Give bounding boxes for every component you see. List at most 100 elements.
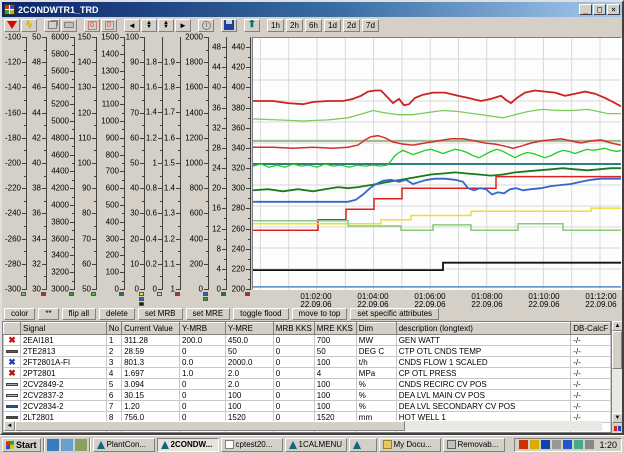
y-scale-4[interactable]: 1500140013001200110010009008007006005004…: [98, 37, 126, 297]
tri-icon: [97, 441, 105, 449]
cell: 0: [273, 379, 314, 390]
y-scale-9[interactable]: 48444036322824201612840: [210, 37, 228, 297]
column-header-marker[interactable]: [4, 323, 21, 335]
column-header-No[interactable]: No: [106, 323, 121, 335]
y-scale-label: 0.2: [146, 259, 157, 268]
column-header-description (longtext)[interactable]: description (longtext): [396, 323, 571, 335]
hscroll-thumb[interactable]: [15, 421, 405, 431]
action-button---[interactable]: **: [38, 308, 58, 320]
y-scale-label: 340: [232, 143, 245, 152]
tray-icon-6[interactable]: [585, 440, 594, 449]
lightning-icon[interactable]: ϟ: [21, 19, 37, 32]
printer-icon[interactable]: [61, 19, 77, 32]
action-button-color[interactable]: color: [4, 308, 35, 320]
close-button[interactable]: ×: [607, 4, 620, 15]
column-header-MRB KKS[interactable]: MRB KKS: [273, 323, 314, 335]
column-header-Current Value[interactable]: Current Value: [122, 323, 180, 335]
tray-icon-4[interactable]: [563, 440, 572, 449]
taskbar-task-cptest20[interactable]: cptest20...: [221, 438, 283, 452]
y-scale-label: 380: [232, 103, 245, 112]
y-scale-1[interactable]: 5048464442403836343230: [28, 37, 48, 297]
y-scale-8[interactable]: 2000180016001400120010008006004002000: [182, 37, 210, 297]
column-header-Signal[interactable]: Signal: [21, 323, 107, 335]
y-scale-label: 1000: [101, 117, 119, 126]
y-scale-10[interactable]: 440420400380360340320300280260240220200: [228, 37, 252, 297]
y-scale-label: 60: [130, 133, 139, 142]
zero-b-icon[interactable]: 0: [101, 19, 117, 32]
zero-a-icon[interactable]: 0: [84, 19, 100, 32]
vscroll-up-icon[interactable]: ▲: [612, 321, 623, 331]
table-row[interactable]: 2CV2837-2630.1501000100%DEA LVL MAIN CV …: [4, 390, 611, 401]
y-scale-2[interactable]: 6000580056005400520050004800460044004200…: [48, 37, 76, 297]
cell: 5: [106, 379, 121, 390]
taskbar-task-1calmenu[interactable]: 1CALMENU: [285, 438, 347, 452]
taskbar-task-2condw[interactable]: 2CONDW...: [157, 438, 219, 452]
taskbar-task-mydocu[interactable]: My Docu...: [379, 438, 441, 452]
column-header-Y-MRB[interactable]: Y-MRB: [180, 323, 226, 335]
maximize-button[interactable]: □: [593, 4, 606, 15]
taskbar-task-plantcon[interactable]: PlantCon...: [93, 438, 155, 452]
hscroll-left-icon[interactable]: ◄: [4, 421, 15, 431]
taskbar-task-icon[interactable]: [349, 438, 377, 452]
column-header-Dim[interactable]: Dim: [356, 323, 396, 335]
range-button-2d[interactable]: 2d: [343, 19, 360, 32]
column-header-DB-CalcF[interactable]: DB-CalcF: [571, 323, 611, 335]
chart-plot[interactable]: [252, 37, 622, 290]
table-row[interactable]: 2CV2849-253.09402.00100%CNDS RECIRC CV P…: [4, 379, 611, 390]
folder-icon: [383, 440, 392, 449]
table-row[interactable]: 2CV2834-271.2001000100%DEA LVL SECONDARY…: [4, 401, 611, 412]
action-button-set-mrb[interactable]: set MRB: [138, 308, 183, 320]
y-scale-3[interactable]: 1501401301201101009080706050: [76, 37, 98, 297]
y-scale-6[interactable]: 1.81.61.41.210.80.60.40.20: [146, 37, 164, 297]
range-button-1d[interactable]: 1d: [324, 19, 341, 32]
copy-page-icon[interactable]: [44, 19, 60, 32]
quicklaunch-app-icon[interactable]: [75, 439, 87, 451]
tray-icon-5[interactable]: [574, 440, 583, 449]
alarm-funnel-icon[interactable]: [4, 19, 20, 32]
horizontal-scrollbar[interactable]: ◄: [4, 421, 602, 431]
cell: t/h: [356, 357, 396, 368]
y-scale-label: 5000: [51, 117, 69, 126]
taskbar-task-removab[interactable]: Removab...: [443, 438, 505, 452]
y-scale-label: 30: [32, 285, 41, 294]
action-button-flip-all[interactable]: flip all: [62, 308, 96, 320]
tray-icon-1[interactable]: [530, 440, 539, 449]
action-button-set-mre[interactable]: set MRE: [186, 308, 231, 320]
vscroll-thumb[interactable]: [612, 331, 622, 369]
table-row[interactable]: ✖2PT280141.6971.02.004MPaCP OTL PRESS-/-: [4, 368, 611, 379]
vscroll-down-icon[interactable]: ▼: [612, 413, 623, 423]
scroll-left-icon[interactable]: ◄: [124, 19, 140, 32]
column-header-MRE KKS[interactable]: MRE KKS: [314, 323, 356, 335]
range-button-7d[interactable]: 7d: [362, 19, 379, 32]
tray-icon-3[interactable]: [552, 440, 561, 449]
scroll-right-icon[interactable]: ►: [175, 19, 191, 32]
range-button-2h[interactable]: 2h: [286, 19, 303, 32]
curve-line-icon: [6, 405, 18, 408]
y-scale-5[interactable]: 1009080706050403020100: [126, 37, 146, 297]
range-button-6h[interactable]: 6h: [305, 19, 322, 32]
tray-icon-2[interactable]: [541, 440, 550, 449]
column-header-Y-MRE[interactable]: Y-MRE: [225, 323, 273, 335]
minimize-button[interactable]: _: [579, 4, 592, 15]
time-axis-label: 01:06:0022.09.06: [414, 293, 445, 309]
y-scale-label: 40: [212, 83, 221, 92]
quicklaunch-desktop-icon[interactable]: [47, 439, 59, 451]
table-row[interactable]: 2TE2813228.59050050DEG CCTP OTL CNDS TEM…: [4, 346, 611, 357]
quicklaunch-window-icon[interactable]: [61, 439, 73, 451]
export-up-icon[interactable]: ⬆: [244, 19, 260, 32]
range-button-1h[interactable]: 1h: [267, 19, 284, 32]
y-scale-7[interactable]: 1.91.81.71.61.51.41.31.21.11: [164, 37, 182, 297]
start-button[interactable]: Start: [2, 438, 41, 452]
vertical-scrollbar[interactable]: ▲ ▼: [611, 321, 622, 433]
spin-updown2-icon[interactable]: ▲▼: [158, 19, 174, 32]
table-row[interactable]: ✖2EAI1811311.28200.0450.00700MWGEN WATT-…: [4, 335, 611, 346]
y-scale-0[interactable]: -100-120-140-160-180-200-220-240-260-280…: [2, 37, 28, 297]
save-icon[interactable]: [221, 19, 237, 32]
tray-icon-0[interactable]: [519, 440, 528, 449]
spin-updown-icon[interactable]: ▲▼: [141, 19, 157, 32]
time-window-icon[interactable]: [198, 19, 214, 32]
cell: 0: [273, 346, 314, 357]
table-row[interactable]: ✖2FT2801A-FI3801.30.02000.00100t/hCNDS F…: [4, 357, 611, 368]
y-scale-label: -200: [5, 159, 21, 168]
action-button-delete[interactable]: delete: [99, 308, 135, 320]
